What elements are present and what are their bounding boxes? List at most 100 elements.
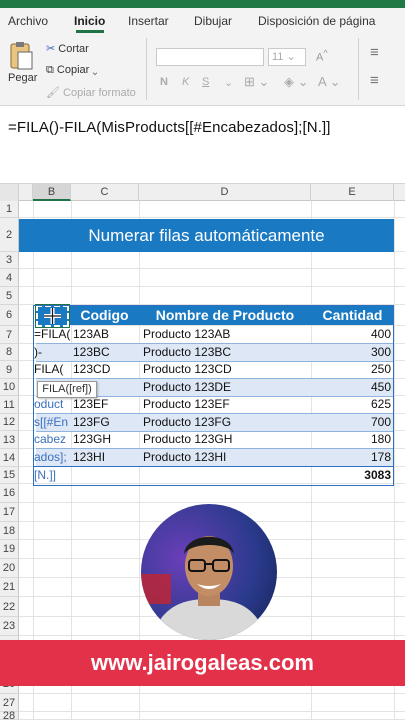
formula-fragment-cell[interactable]: FILA(	[34, 361, 70, 378]
formula-fragment-cell[interactable]: oduct	[34, 396, 70, 413]
grow-font-icon[interactable]: A^	[316, 48, 328, 64]
align-top-icon[interactable]: ≡	[370, 44, 379, 61]
brush-icon: 🖌	[46, 87, 60, 99]
product-name-cell[interactable]: Producto 123FG	[143, 414, 311, 431]
font-size-select[interactable]: 11 ⌄	[268, 48, 306, 66]
row-header[interactable]: 16	[0, 484, 19, 503]
row-header[interactable]: 2	[0, 218, 19, 252]
row-header[interactable]: 18	[0, 522, 19, 540]
formula-fragment-cell[interactable]: [N.]]	[34, 467, 70, 484]
code-cell[interactable]: 123BC	[73, 344, 139, 361]
row-header[interactable]: 9	[0, 361, 19, 379]
underline-button[interactable]: S	[202, 76, 209, 88]
formula-fragment-cell[interactable]: =FILA(	[34, 326, 70, 343]
row-header[interactable]: 17	[0, 503, 19, 522]
code-cell[interactable]: 123HI	[73, 449, 139, 466]
header-cantidad[interactable]: Cantidad	[311, 306, 394, 325]
quantity-cell[interactable]: 625	[311, 396, 391, 413]
formula-fragment-cell[interactable]: cabez	[34, 431, 70, 448]
row-header[interactable]: 21	[0, 578, 19, 597]
product-name-cell[interactable]: Producto 123AB	[143, 326, 311, 343]
column-headers: B C D E	[0, 184, 405, 201]
row-header[interactable]: 3	[0, 252, 19, 269]
column-e-header[interactable]: E	[311, 184, 394, 201]
row-header[interactable]: 10	[0, 379, 19, 396]
column-b-header[interactable]: B	[33, 184, 71, 201]
align-left-icon[interactable]: ≡	[370, 72, 379, 89]
tab-inicio[interactable]: Inicio	[74, 14, 105, 28]
quantity-cell[interactable]: 700	[311, 414, 391, 431]
product-name-cell[interactable]: Producto 123HI	[143, 449, 311, 466]
select-all-corner[interactable]	[0, 184, 19, 201]
formula-text[interactable]: =FILA()-FILA(MisProducts[[#Encabezados];…	[8, 119, 331, 136]
bold-button[interactable]: N	[160, 76, 168, 88]
copy-button[interactable]: ⧉ Copiar ⌄	[46, 64, 98, 77]
font-color-icon[interactable]: A ⌄	[318, 74, 340, 90]
format-painter-button[interactable]: 🖌 Copiar formato	[46, 86, 136, 99]
row-header[interactable]: 12	[0, 414, 19, 431]
column-a-header[interactable]	[19, 184, 33, 201]
formula-bar[interactable]: =FILA()-FILA(MisProducts[[#Encabezados];…	[0, 106, 405, 184]
quantity-cell[interactable]: 178	[311, 449, 391, 466]
row-header[interactable]: 13	[0, 431, 19, 449]
row-header[interactable]: 19	[0, 540, 19, 559]
total-cell[interactable]: 3083	[311, 467, 391, 484]
quantity-cell[interactable]: 450	[311, 379, 391, 396]
row-header[interactable]: 20	[0, 559, 19, 578]
product-name-cell[interactable]: Producto 123GH	[143, 431, 311, 448]
code-cell[interactable]: 123EF	[73, 396, 139, 413]
paste-label[interactable]: Pegar	[8, 72, 37, 84]
tab-insertar[interactable]: Insertar	[128, 14, 169, 28]
row-gridline	[19, 502, 405, 503]
cut-button[interactable]: ✂ Cortar	[46, 42, 89, 55]
product-name-cell[interactable]: Producto 123BC	[143, 344, 311, 361]
clipboard-icon	[10, 42, 33, 70]
product-name-cell[interactable]: Producto 123CD	[143, 361, 311, 378]
quantity-cell[interactable]: 300	[311, 344, 391, 361]
header-codigo[interactable]: Codigo	[70, 306, 139, 325]
product-name-cell[interactable]: Producto 123EF	[143, 396, 311, 413]
font-family-select[interactable]	[156, 48, 264, 66]
chevron-down-icon[interactable]: ⌄	[224, 76, 233, 89]
column-c-header[interactable]: C	[71, 184, 139, 201]
paste-button[interactable]	[8, 40, 34, 72]
row-header[interactable]: 4	[0, 269, 19, 287]
window-top-strip	[0, 0, 405, 8]
column-d-header[interactable]: D	[139, 184, 311, 201]
row-header[interactable]: 15	[0, 467, 19, 484]
borders-icon[interactable]: ⊞ ⌄	[244, 74, 269, 90]
code-cell[interactable]: 123AB	[73, 326, 139, 343]
row-header[interactable]: 7	[0, 326, 19, 344]
active-tab-indicator	[76, 30, 104, 33]
row-header[interactable]: 8	[0, 344, 19, 361]
row-header[interactable]: 11	[0, 396, 19, 414]
row-header[interactable]: 5	[0, 287, 19, 305]
row-header[interactable]: 28	[0, 711, 19, 722]
code-cell[interactable]: 123CD	[73, 361, 139, 378]
quantity-cell[interactable]: 250	[311, 361, 391, 378]
product-name-cell[interactable]: Producto 123DE	[143, 379, 311, 396]
row-header[interactable]: 14	[0, 449, 19, 467]
quantity-cell[interactable]: 180	[311, 431, 391, 448]
row-header[interactable]: 6	[0, 305, 19, 326]
row-header[interactable]: 22	[0, 597, 19, 617]
tab-archivo[interactable]: Archivo	[8, 14, 48, 28]
formula-fragment-cell[interactable]: s[[#En	[34, 414, 70, 431]
website-banner[interactable]: www.jairogaleas.com	[0, 640, 405, 686]
row-header[interactable]: 1	[0, 201, 19, 218]
sheet-title[interactable]: Numerar filas automáticamente	[19, 219, 394, 252]
formula-fragment-cell[interactable]: )-	[34, 344, 70, 361]
code-cell[interactable]: 123FG	[73, 414, 139, 431]
copy-icon: ⧉	[46, 64, 54, 76]
row-header[interactable]: 23	[0, 617, 19, 636]
ribbon-home: Pegar ✂ Cortar ⧉ Copiar ⌄ 🖌 Copiar forma…	[0, 34, 405, 106]
tab-disposicion[interactable]: Disposición de página	[258, 14, 375, 28]
code-cell[interactable]: 123GH	[73, 431, 139, 448]
move-cursor-cell[interactable]	[35, 304, 70, 328]
quantity-cell[interactable]: 400	[311, 326, 391, 343]
header-nombre[interactable]: Nombre de Producto	[139, 306, 311, 325]
fill-color-icon[interactable]: ◈ ⌄	[284, 74, 309, 90]
italic-button[interactable]: K	[182, 76, 189, 88]
tab-dibujar[interactable]: Dibujar	[194, 14, 232, 28]
formula-fragment-cell[interactable]: ados];	[34, 449, 70, 466]
